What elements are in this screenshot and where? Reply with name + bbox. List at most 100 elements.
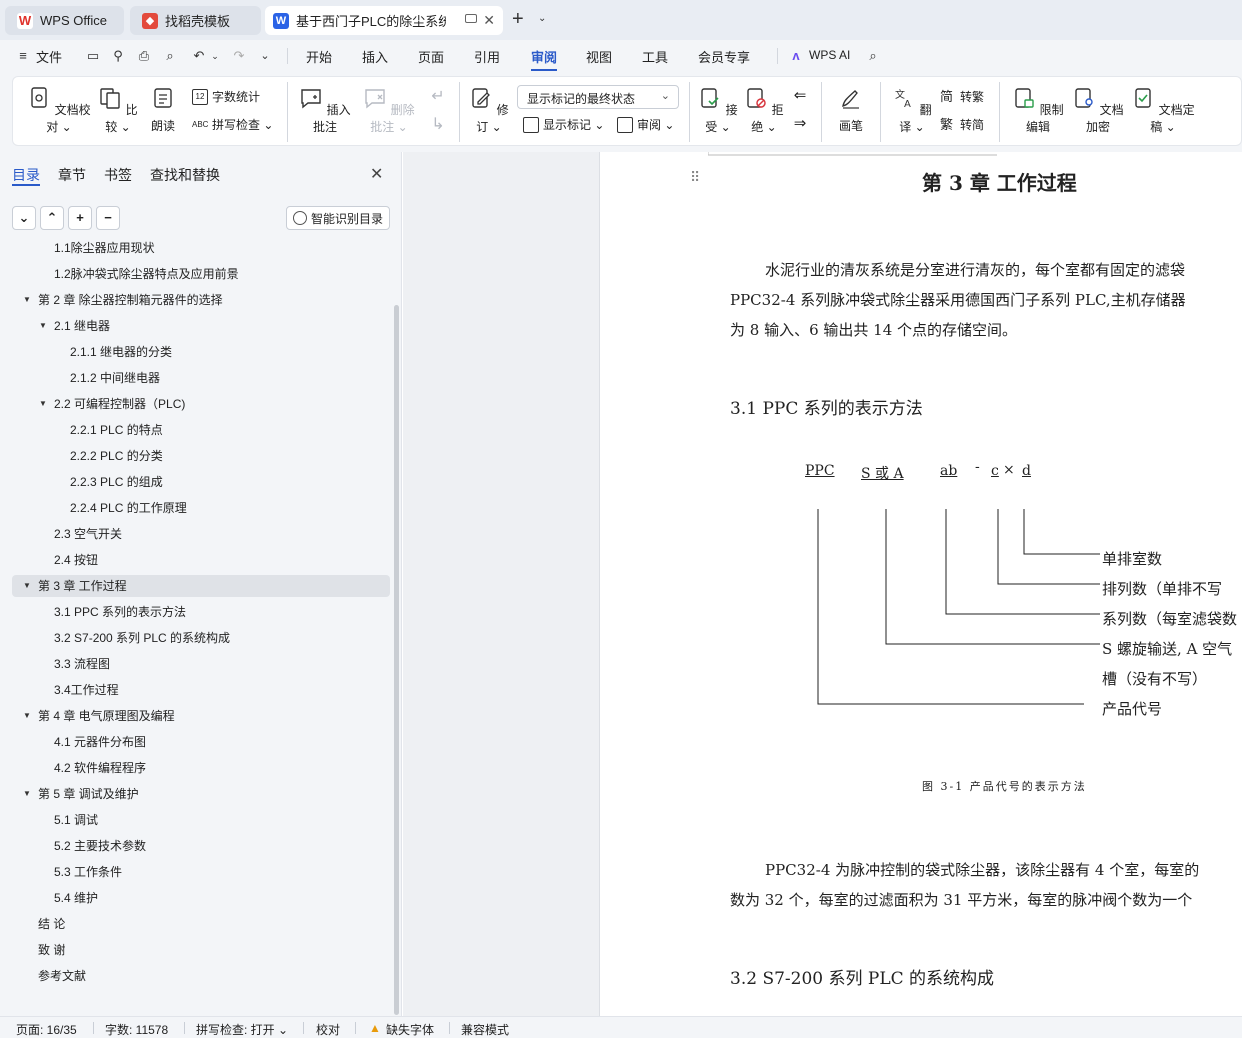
- toc-item[interactable]: 2.2.4 PLC 的工作原理: [0, 497, 390, 519]
- tab-toc[interactable]: 目录: [12, 165, 40, 185]
- tab-chapters[interactable]: 章节: [58, 165, 86, 185]
- close-tab-icon[interactable]: ✕: [483, 12, 495, 29]
- tab-wps-office[interactable]: W WPS Office: [5, 6, 124, 35]
- toc-item[interactable]: 2.2.3 PLC 的组成: [0, 471, 390, 493]
- undo-icon[interactable]: ↶: [192, 49, 206, 63]
- toc-item[interactable]: 参考文献: [0, 965, 390, 987]
- chevron-down-icon[interactable]: ⌄: [538, 13, 546, 24]
- collapse-all-button[interactable]: ⌃: [40, 206, 64, 230]
- menu-view[interactable]: 视图: [586, 47, 612, 66]
- add-level-button[interactable]: +: [68, 206, 92, 230]
- toc-item[interactable]: 1.2脉冲袋式除尘器特点及应用前景: [0, 263, 390, 285]
- new-tab-icon[interactable]: +: [512, 8, 524, 31]
- menu-references[interactable]: 引用: [474, 47, 500, 66]
- toc-item[interactable]: 4.1 元器件分布图: [0, 731, 390, 753]
- toc-item[interactable]: 结 论: [0, 913, 390, 935]
- toc-item[interactable]: ▼ 第 2 章 除尘器控制箱元器件的选择: [0, 289, 390, 311]
- proofread-status[interactable]: 校对: [316, 1021, 340, 1038]
- save-icon[interactable]: ▭: [86, 49, 100, 63]
- page-indicator[interactable]: 页面: 16/35: [16, 1021, 77, 1038]
- redo-icon[interactable]: ↷: [232, 49, 246, 63]
- toc-item[interactable]: 2.1.2 中间继电器: [0, 367, 390, 389]
- smart-toc-button[interactable]: 智能识别目录: [286, 206, 390, 230]
- expand-all-button[interactable]: ⌄: [12, 206, 36, 230]
- expand-triangle-icon[interactable]: ▼: [39, 315, 47, 337]
- menu-page[interactable]: 页面: [418, 47, 444, 66]
- doc-check-button[interactable]: 文档校对 ⌄: [26, 86, 92, 135]
- toc-item[interactable]: ▼ 2.2 可编程控制器（PLC): [0, 393, 390, 415]
- toc-item[interactable]: ▼ 2.1 继电器: [0, 315, 390, 337]
- toc-item[interactable]: 1.1除尘器应用现状: [0, 239, 390, 259]
- read-aloud-button[interactable]: 朗读: [146, 86, 180, 134]
- toc-item[interactable]: 4.2 软件编程程序: [0, 757, 390, 779]
- translate-button[interactable]: 文A 翻译 ⌄: [892, 86, 932, 135]
- compare-button[interactable]: 比较 ⌄: [96, 86, 140, 135]
- toc-item[interactable]: 5.2 主要技术参数: [0, 835, 390, 857]
- toc-item[interactable]: 2.1.1 继电器的分类: [0, 341, 390, 363]
- toc-item[interactable]: ▼ 第 5 章 调试及维护: [0, 783, 390, 805]
- insert-comment-button[interactable]: 插入批注: [298, 86, 352, 135]
- toc-item[interactable]: 3.2 S7-200 系列 PLC 的系统构成: [0, 627, 390, 649]
- toc-item[interactable]: 5.3 工作条件: [0, 861, 390, 883]
- next-comment-icon[interactable]: ↳: [428, 114, 448, 134]
- show-markup-button[interactable]: 显示标记 ⌄: [523, 116, 604, 133]
- word-count[interactable]: 字数: 11578: [105, 1021, 168, 1038]
- toc-item[interactable]: 2.3 空气开关: [0, 523, 390, 545]
- to-simplified-button[interactable]: 繁 转简: [940, 116, 984, 133]
- pen-button[interactable]: 画笔: [834, 86, 868, 134]
- menu-tools[interactable]: 工具: [642, 47, 668, 66]
- encrypt-button[interactable]: 文档加密: [1070, 86, 1126, 135]
- menu-review[interactable]: 审阅: [531, 47, 557, 66]
- toc-item[interactable]: 2.2.2 PLC 的分类: [0, 445, 390, 467]
- menu-member[interactable]: 会员专享: [698, 47, 750, 66]
- reject-button[interactable]: 拒绝 ⌄: [744, 86, 784, 135]
- toc-item[interactable]: 5.1 调试: [0, 809, 390, 831]
- toc-scrollbar[interactable]: [394, 305, 399, 1015]
- hamburger-icon[interactable]: ≡: [16, 49, 30, 63]
- next-change-icon[interactable]: ⇒: [790, 114, 810, 132]
- expand-triangle-icon[interactable]: ▼: [39, 393, 47, 415]
- monitor-icon[interactable]: [465, 14, 477, 23]
- toc-item[interactable]: ▼ 第 3 章 工作过程: [12, 575, 390, 597]
- missing-font-status[interactable]: 缺失字体: [386, 1021, 434, 1038]
- search-icon[interactable]: ⌕: [866, 49, 880, 63]
- finalize-button[interactable]: 文档定稿 ⌄: [1130, 86, 1196, 135]
- prev-change-icon[interactable]: ⇐: [790, 86, 810, 104]
- toc-item[interactable]: 5.4 维护: [0, 887, 390, 909]
- print-preview-icon[interactable]: ⌕: [163, 49, 177, 63]
- word-count-button[interactable]: 12 字数统计: [192, 88, 260, 105]
- to-traditional-button[interactable]: 简 转繁: [940, 88, 984, 105]
- toc-item[interactable]: 2.4 按钮: [0, 549, 390, 571]
- more-dropdown-icon[interactable]: ⌄: [258, 49, 272, 63]
- menu-home[interactable]: 开始: [306, 47, 332, 66]
- share-icon[interactable]: ⚲: [111, 49, 125, 63]
- print-icon[interactable]: ⎙: [137, 49, 151, 63]
- restrict-edit-button[interactable]: 限制编辑: [1010, 86, 1066, 135]
- expand-triangle-icon[interactable]: ▼: [23, 783, 31, 805]
- markup-state-select[interactable]: 显示标记的最终状态 ⌄: [517, 85, 679, 109]
- close-panel-icon[interactable]: ✕: [370, 164, 383, 184]
- menu-file[interactable]: 文件: [36, 47, 62, 66]
- review-pane-button[interactable]: 审阅 ⌄: [617, 116, 674, 133]
- toc-item[interactable]: 2.2.1 PLC 的特点: [0, 419, 390, 441]
- spell-check-status[interactable]: 拼写检查: 打开 ⌄: [196, 1021, 288, 1038]
- revise-button[interactable]: 修订 ⌄: [468, 86, 510, 135]
- expand-triangle-icon[interactable]: ▼: [23, 705, 31, 727]
- toc-item[interactable]: 致 谢: [0, 939, 390, 961]
- toc-item[interactable]: 3.4工作过程: [0, 679, 390, 701]
- tab-bookmarks[interactable]: 书签: [104, 165, 132, 185]
- spell-check-button[interactable]: ABC 拼写检查 ⌄: [192, 116, 273, 133]
- accept-button[interactable]: 接受 ⌄: [698, 86, 738, 135]
- undo-dropdown-icon[interactable]: ⌄: [208, 49, 222, 63]
- tab-find-replace[interactable]: 查找和替换: [150, 165, 220, 185]
- menu-insert[interactable]: 插入: [362, 47, 388, 66]
- prev-comment-icon[interactable]: ↵: [428, 86, 448, 106]
- remove-level-button[interactable]: −: [96, 206, 120, 230]
- tab-docer-templates[interactable]: ◆ 找稻壳模板: [130, 6, 261, 35]
- expand-triangle-icon[interactable]: ▼: [23, 575, 31, 597]
- toc-item[interactable]: 3.3 流程图: [0, 653, 390, 675]
- tab-document[interactable]: W 基于西门子PLC的除尘系统电气 ✕: [265, 6, 503, 35]
- expand-triangle-icon[interactable]: ▼: [23, 289, 31, 311]
- toc-item[interactable]: ▼ 第 4 章 电气原理图及编程: [0, 705, 390, 727]
- delete-comment-button[interactable]: 删除批注 ⌄: [358, 86, 420, 135]
